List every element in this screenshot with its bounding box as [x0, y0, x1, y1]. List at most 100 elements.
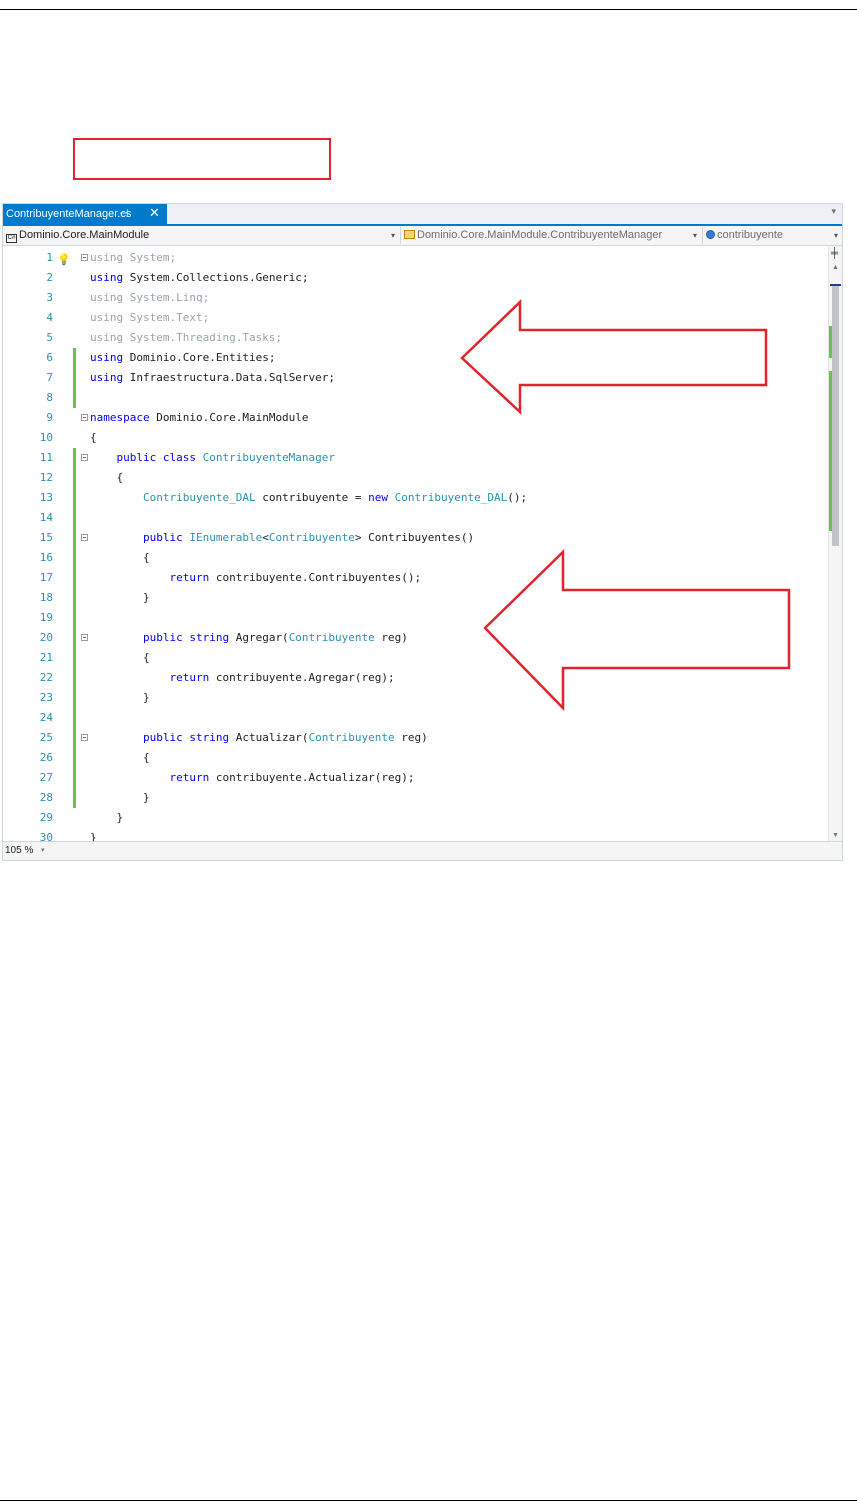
code-line[interactable]: 23 }: [3, 688, 828, 708]
tab-contribuyente-manager[interactable]: ContribuyenteManager.cs ⊣ ✕: [3, 204, 167, 224]
code-line[interactable]: 11 public class ContribuyenteManager: [3, 448, 828, 468]
page-bottom-rule: [0, 1500, 857, 1501]
chevron-down-icon[interactable]: ▾: [41, 842, 45, 860]
chevron-down-icon: ▾: [833, 231, 838, 240]
code-token: }: [90, 791, 150, 804]
change-marker: [73, 628, 76, 648]
code-text: using System.Linq;: [90, 288, 209, 308]
close-icon[interactable]: ✕: [149, 203, 160, 223]
line-number: 10: [39, 431, 53, 444]
split-editor-icon[interactable]: ╪: [831, 248, 838, 259]
code-token: using System.Text;: [90, 311, 210, 324]
code-line[interactable]: 27 return contribuyente.Actualizar(reg);: [3, 768, 828, 788]
scroll-up-icon[interactable]: ▲: [832, 264, 839, 271]
csharp-project-icon: C#: [6, 234, 17, 243]
chevron-down-icon: ▾: [390, 231, 395, 240]
code-line[interactable]: 10 {: [3, 428, 828, 448]
change-marker: [73, 488, 76, 508]
project-dropdown[interactable]: C# Dominio.Core.MainModule ▾: [3, 227, 401, 244]
code-token: }: [90, 811, 124, 824]
code-line[interactable]: 21 {: [3, 648, 828, 668]
code-line[interactable]: 8: [3, 388, 828, 408]
code-token: public class: [90, 451, 203, 464]
change-marker: [73, 728, 76, 748]
code-token: {: [90, 751, 150, 764]
line-number: 16: [39, 551, 53, 564]
code-line[interactable]: 6 using Dominio.Core.Entities;: [3, 348, 828, 368]
member-name: contribuyente: [717, 229, 784, 241]
code-line[interactable]: 7 using Infraestructura.Data.SqlServer;: [3, 368, 828, 388]
member-dropdown[interactable]: contribuyente ▾: [703, 227, 843, 244]
line-number: 30: [39, 831, 53, 841]
code-line[interactable]: 12 {: [3, 468, 828, 488]
document-tab-strip: ContribuyenteManager.cs ⊣ ✕ ▾: [3, 204, 842, 226]
code-line[interactable]: 1 💡 using System;: [3, 248, 828, 268]
class-icon: [404, 230, 415, 239]
code-token: {: [90, 471, 124, 484]
code-token: }: [90, 831, 97, 841]
code-line[interactable]: 16 {: [3, 548, 828, 568]
line-number: 20: [39, 631, 53, 644]
code-token: <: [262, 531, 269, 544]
scrollbar-thumb[interactable]: [832, 286, 839, 546]
line-number: 23: [39, 691, 53, 704]
change-marker: [73, 548, 76, 568]
code-text: public IEnumerable<Contribuyente> Contri…: [90, 528, 474, 548]
code-line[interactable]: 5 using System.Threading.Tasks;: [3, 328, 828, 348]
editor-status-bar: 105 % ▾: [3, 841, 842, 860]
chevron-down-icon: ▾: [692, 231, 697, 240]
scroll-down-icon[interactable]: ▼: [832, 832, 839, 839]
code-line[interactable]: 3 using System.Linq;: [3, 288, 828, 308]
code-line[interactable]: 28 }: [3, 788, 828, 808]
code-token: public: [90, 531, 190, 544]
pin-icon[interactable]: ⊣: [119, 204, 129, 224]
code-text: {: [90, 548, 150, 568]
overview-change-marker: [829, 371, 832, 531]
code-line[interactable]: 15 public IEnumerable<Contribuyente> Con…: [3, 528, 828, 548]
code-editor[interactable]: 1 💡 using System; 2 using System.Collections…: [3, 246, 828, 841]
code-line[interactable]: 4 using System.Text;: [3, 308, 828, 328]
collapse-icon[interactable]: [81, 414, 88, 421]
code-line[interactable]: 18 }: [3, 588, 828, 608]
code-line[interactable]: 30}: [3, 828, 828, 841]
code-line[interactable]: 20 public string Agregar(Contribuyente r…: [3, 628, 828, 648]
collapse-icon[interactable]: [81, 634, 88, 641]
code-text: using Infraestructura.Data.SqlServer;: [90, 368, 335, 388]
code-line[interactable]: 13 Contribuyente_DAL contribuyente = new…: [3, 488, 828, 508]
zoom-level[interactable]: 105 %: [5, 842, 33, 860]
code-token: ContribuyenteManager: [202, 451, 336, 464]
line-number: 8: [46, 391, 53, 404]
code-token: public string: [90, 631, 236, 644]
code-line[interactable]: 24: [3, 708, 828, 728]
type-dropdown[interactable]: Dominio.Core.MainModule.ContribuyenteMan…: [401, 227, 703, 244]
code-line[interactable]: 2 using System.Collections.Generic;: [3, 268, 828, 288]
line-number: 12: [39, 471, 53, 484]
tab-overflow-icon[interactable]: ▾: [831, 206, 836, 217]
change-marker: [73, 788, 76, 808]
code-token: Infraestructura.Data.SqlServer;: [123, 371, 336, 384]
collapse-icon[interactable]: [81, 534, 88, 541]
code-line[interactable]: 19: [3, 608, 828, 628]
code-token: reg): [394, 731, 428, 744]
code-line[interactable]: 25 public string Actualizar(Contribuyent…: [3, 728, 828, 748]
change-marker: [73, 368, 76, 388]
change-marker: [73, 668, 76, 688]
collapse-icon[interactable]: [81, 454, 88, 461]
code-line[interactable]: 29 }: [3, 808, 828, 828]
code-line[interactable]: 17 return contribuyente.Contribuyentes()…: [3, 568, 828, 588]
code-text: using Dominio.Core.Entities;: [90, 348, 275, 368]
code-line[interactable]: 26 {: [3, 748, 828, 768]
code-line[interactable]: 9 namespace Dominio.Core.MainModule: [3, 408, 828, 428]
collapse-icon[interactable]: [81, 734, 88, 741]
code-token: return: [90, 671, 210, 684]
vertical-scrollbar[interactable]: ╪ ▲ ▼: [828, 246, 842, 841]
collapse-icon[interactable]: [81, 254, 88, 261]
code-token: contribuyente.Actualizar(reg);: [209, 771, 415, 784]
code-token: Agregar(: [235, 631, 289, 644]
code-line[interactable]: 14: [3, 508, 828, 528]
code-line[interactable]: 22 return contribuyente.Agregar(reg);: [3, 668, 828, 688]
code-token: }: [90, 691, 150, 704]
lightbulb-icon[interactable]: 💡: [57, 250, 71, 270]
code-text: {: [90, 648, 150, 668]
line-number: 27: [39, 771, 53, 784]
